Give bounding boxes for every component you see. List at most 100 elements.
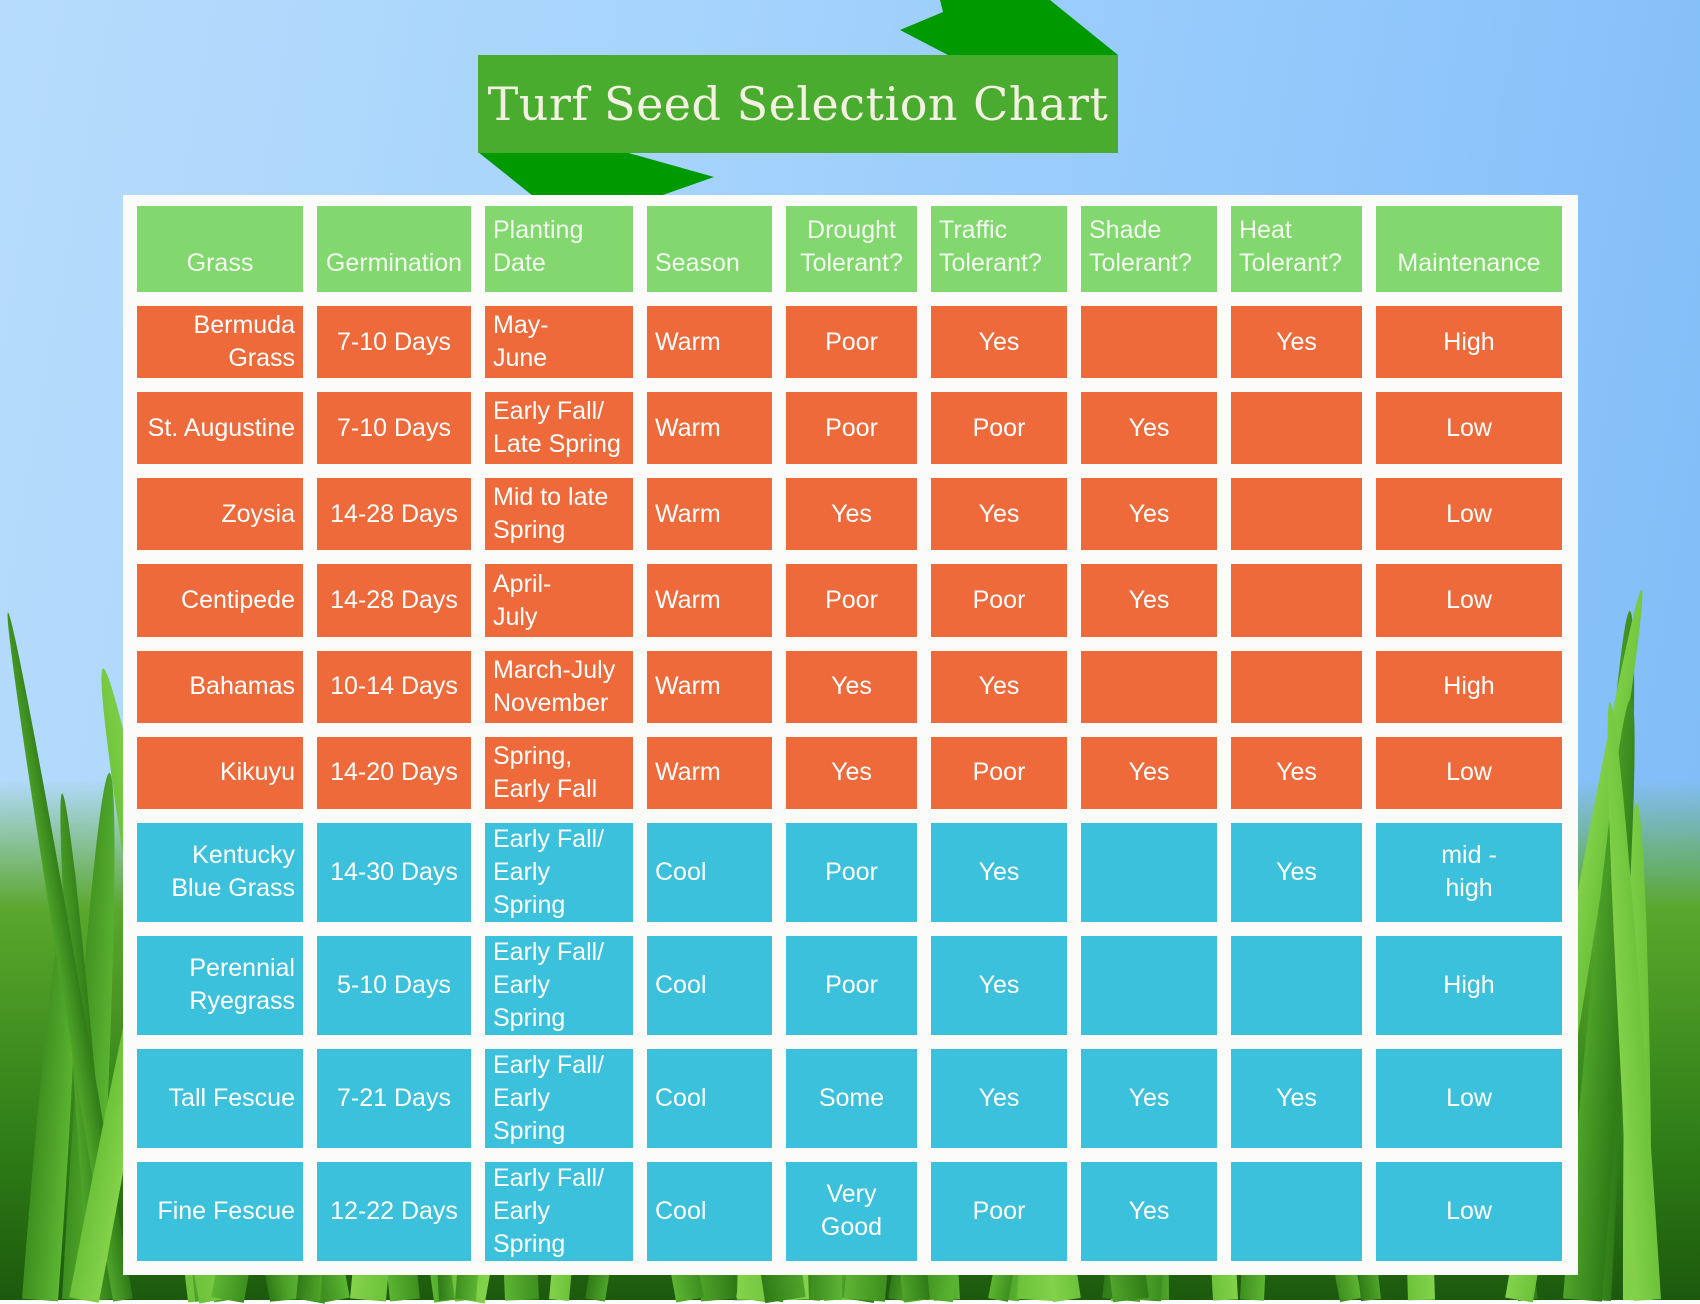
cell-drought-tolerant: Yes: [786, 736, 917, 809]
page-title: Turf Seed Selection Chart: [487, 77, 1109, 131]
cell-grass: Bahamas: [137, 650, 303, 723]
cell-traffic-tolerant: Poor: [931, 1161, 1067, 1261]
cell-maintenance: High: [1376, 935, 1562, 1035]
cell-traffic-tolerant: Yes: [931, 1048, 1067, 1148]
cell-traffic-tolerant: Yes: [931, 650, 1067, 723]
cell-shade-tolerant: [1081, 935, 1217, 1035]
cell-season: Warm: [647, 306, 772, 379]
header-heat-tolerant: Heat Tolerant?: [1231, 206, 1362, 292]
cell-grass: Kentucky Blue Grass: [137, 822, 303, 922]
cell-drought-tolerant: Poor: [786, 935, 917, 1035]
cell-germination: 7-10 Days: [317, 306, 471, 379]
cell-heat-tolerant: [1231, 564, 1362, 637]
cell-season: Warm: [647, 478, 772, 551]
cell-drought-tolerant: Poor: [786, 822, 917, 922]
cell-grass: Bermuda Grass: [137, 306, 303, 379]
cell-maintenance: High: [1376, 650, 1562, 723]
cell-maintenance: Low: [1376, 564, 1562, 637]
cell-planting-date: March-July November: [485, 650, 633, 723]
cell-traffic-tolerant: Yes: [931, 822, 1067, 922]
cell-grass: St. Augustine: [137, 392, 303, 465]
cell-germination: 12-22 Days: [317, 1161, 471, 1261]
cell-shade-tolerant: Yes: [1081, 1161, 1217, 1261]
cell-heat-tolerant: Yes: [1231, 822, 1362, 922]
cell-maintenance: Low: [1376, 736, 1562, 809]
banner-fold-top: [900, 0, 1118, 55]
cell-maintenance: mid - high: [1376, 822, 1562, 922]
cell-planting-date: Mid to late Spring: [485, 478, 633, 551]
cell-germination: 5-10 Days: [317, 935, 471, 1035]
cell-heat-tolerant: [1231, 1161, 1362, 1261]
cell-grass: Fine Fescue: [137, 1161, 303, 1261]
header-shade-tolerant: Shade Tolerant?: [1081, 206, 1217, 292]
cell-heat-tolerant: [1231, 650, 1362, 723]
cell-shade-tolerant: Yes: [1081, 392, 1217, 465]
cell-germination: 14-28 Days: [317, 564, 471, 637]
header-traffic-tolerant: Traffic Tolerant?: [931, 206, 1067, 292]
cell-season: Warm: [647, 564, 772, 637]
cell-traffic-tolerant: Yes: [931, 306, 1067, 379]
header-germination: Germination: [317, 206, 471, 292]
cell-shade-tolerant: Yes: [1081, 1048, 1217, 1148]
cell-grass: Centipede: [137, 564, 303, 637]
cell-season: Cool: [647, 1161, 772, 1261]
cell-traffic-tolerant: Yes: [931, 935, 1067, 1035]
cell-maintenance: Low: [1376, 1048, 1562, 1148]
cell-germination: 7-10 Days: [317, 392, 471, 465]
cell-drought-tolerant: Yes: [786, 478, 917, 551]
cell-germination: 14-28 Days: [317, 478, 471, 551]
cell-traffic-tolerant: Poor: [931, 736, 1067, 809]
header-maintenance: Maintenance: [1376, 206, 1562, 292]
title-banner: Turf Seed Selection Chart: [478, 55, 1118, 153]
cell-season: Cool: [647, 822, 772, 922]
seed-table: Grass Germination Planting Date Season Droug…: [137, 206, 1562, 1261]
cell-drought-tolerant: Poor: [786, 564, 917, 637]
cell-planting-date: Early Fall/ Early Spring: [485, 1048, 633, 1148]
chart-panel: Grass Germination Planting Date Season Droug…: [123, 195, 1578, 1275]
cell-shade-tolerant: Yes: [1081, 736, 1217, 809]
cell-shade-tolerant: Yes: [1081, 564, 1217, 637]
cell-season: Cool: [647, 1048, 772, 1148]
cell-grass: Perennial Ryegrass: [137, 935, 303, 1035]
cell-planting-date: May- June: [485, 306, 633, 379]
cell-planting-date: Early Fall/ Early Spring: [485, 1161, 633, 1261]
cell-shade-tolerant: [1081, 822, 1217, 922]
header-planting-date: Planting Date: [485, 206, 633, 292]
cell-drought-tolerant: Yes: [786, 650, 917, 723]
cell-maintenance: Low: [1376, 1161, 1562, 1261]
cell-germination: 7-21 Days: [317, 1048, 471, 1148]
cell-heat-tolerant: Yes: [1231, 1048, 1362, 1148]
cell-heat-tolerant: [1231, 478, 1362, 551]
cell-germination: 10-14 Days: [317, 650, 471, 723]
cell-germination: 14-20 Days: [317, 736, 471, 809]
cell-germination: 14-30 Days: [317, 822, 471, 922]
cell-season: Cool: [647, 935, 772, 1035]
header-season: Season: [647, 206, 772, 292]
header-grass: Grass: [137, 206, 303, 292]
header-drought-tolerant: Drought Tolerant?: [786, 206, 917, 292]
banner-fold-bottom: [478, 152, 714, 196]
cell-season: Warm: [647, 736, 772, 809]
cell-maintenance: Low: [1376, 392, 1562, 465]
cell-traffic-tolerant: Yes: [931, 478, 1067, 551]
cell-shade-tolerant: Yes: [1081, 478, 1217, 551]
cell-maintenance: Low: [1376, 478, 1562, 551]
cell-heat-tolerant: [1231, 935, 1362, 1035]
cell-drought-tolerant: Some: [786, 1048, 917, 1148]
cell-maintenance: High: [1376, 306, 1562, 379]
cell-heat-tolerant: [1231, 392, 1362, 465]
cell-drought-tolerant: Poor: [786, 306, 917, 379]
cell-heat-tolerant: Yes: [1231, 736, 1362, 809]
cell-season: Warm: [647, 392, 772, 465]
cell-grass: Tall Fescue: [137, 1048, 303, 1148]
cell-planting-date: Early Fall/ Early Spring: [485, 935, 633, 1035]
cell-shade-tolerant: [1081, 306, 1217, 379]
cell-heat-tolerant: Yes: [1231, 306, 1362, 379]
cell-drought-tolerant: Poor: [786, 392, 917, 465]
cell-planting-date: Early Fall/ Early Spring: [485, 822, 633, 922]
cell-drought-tolerant: Very Good: [786, 1161, 917, 1261]
cell-season: Warm: [647, 650, 772, 723]
cell-planting-date: April- July: [485, 564, 633, 637]
cell-planting-date: Early Fall/ Late Spring: [485, 392, 633, 465]
cell-grass: Zoysia: [137, 478, 303, 551]
